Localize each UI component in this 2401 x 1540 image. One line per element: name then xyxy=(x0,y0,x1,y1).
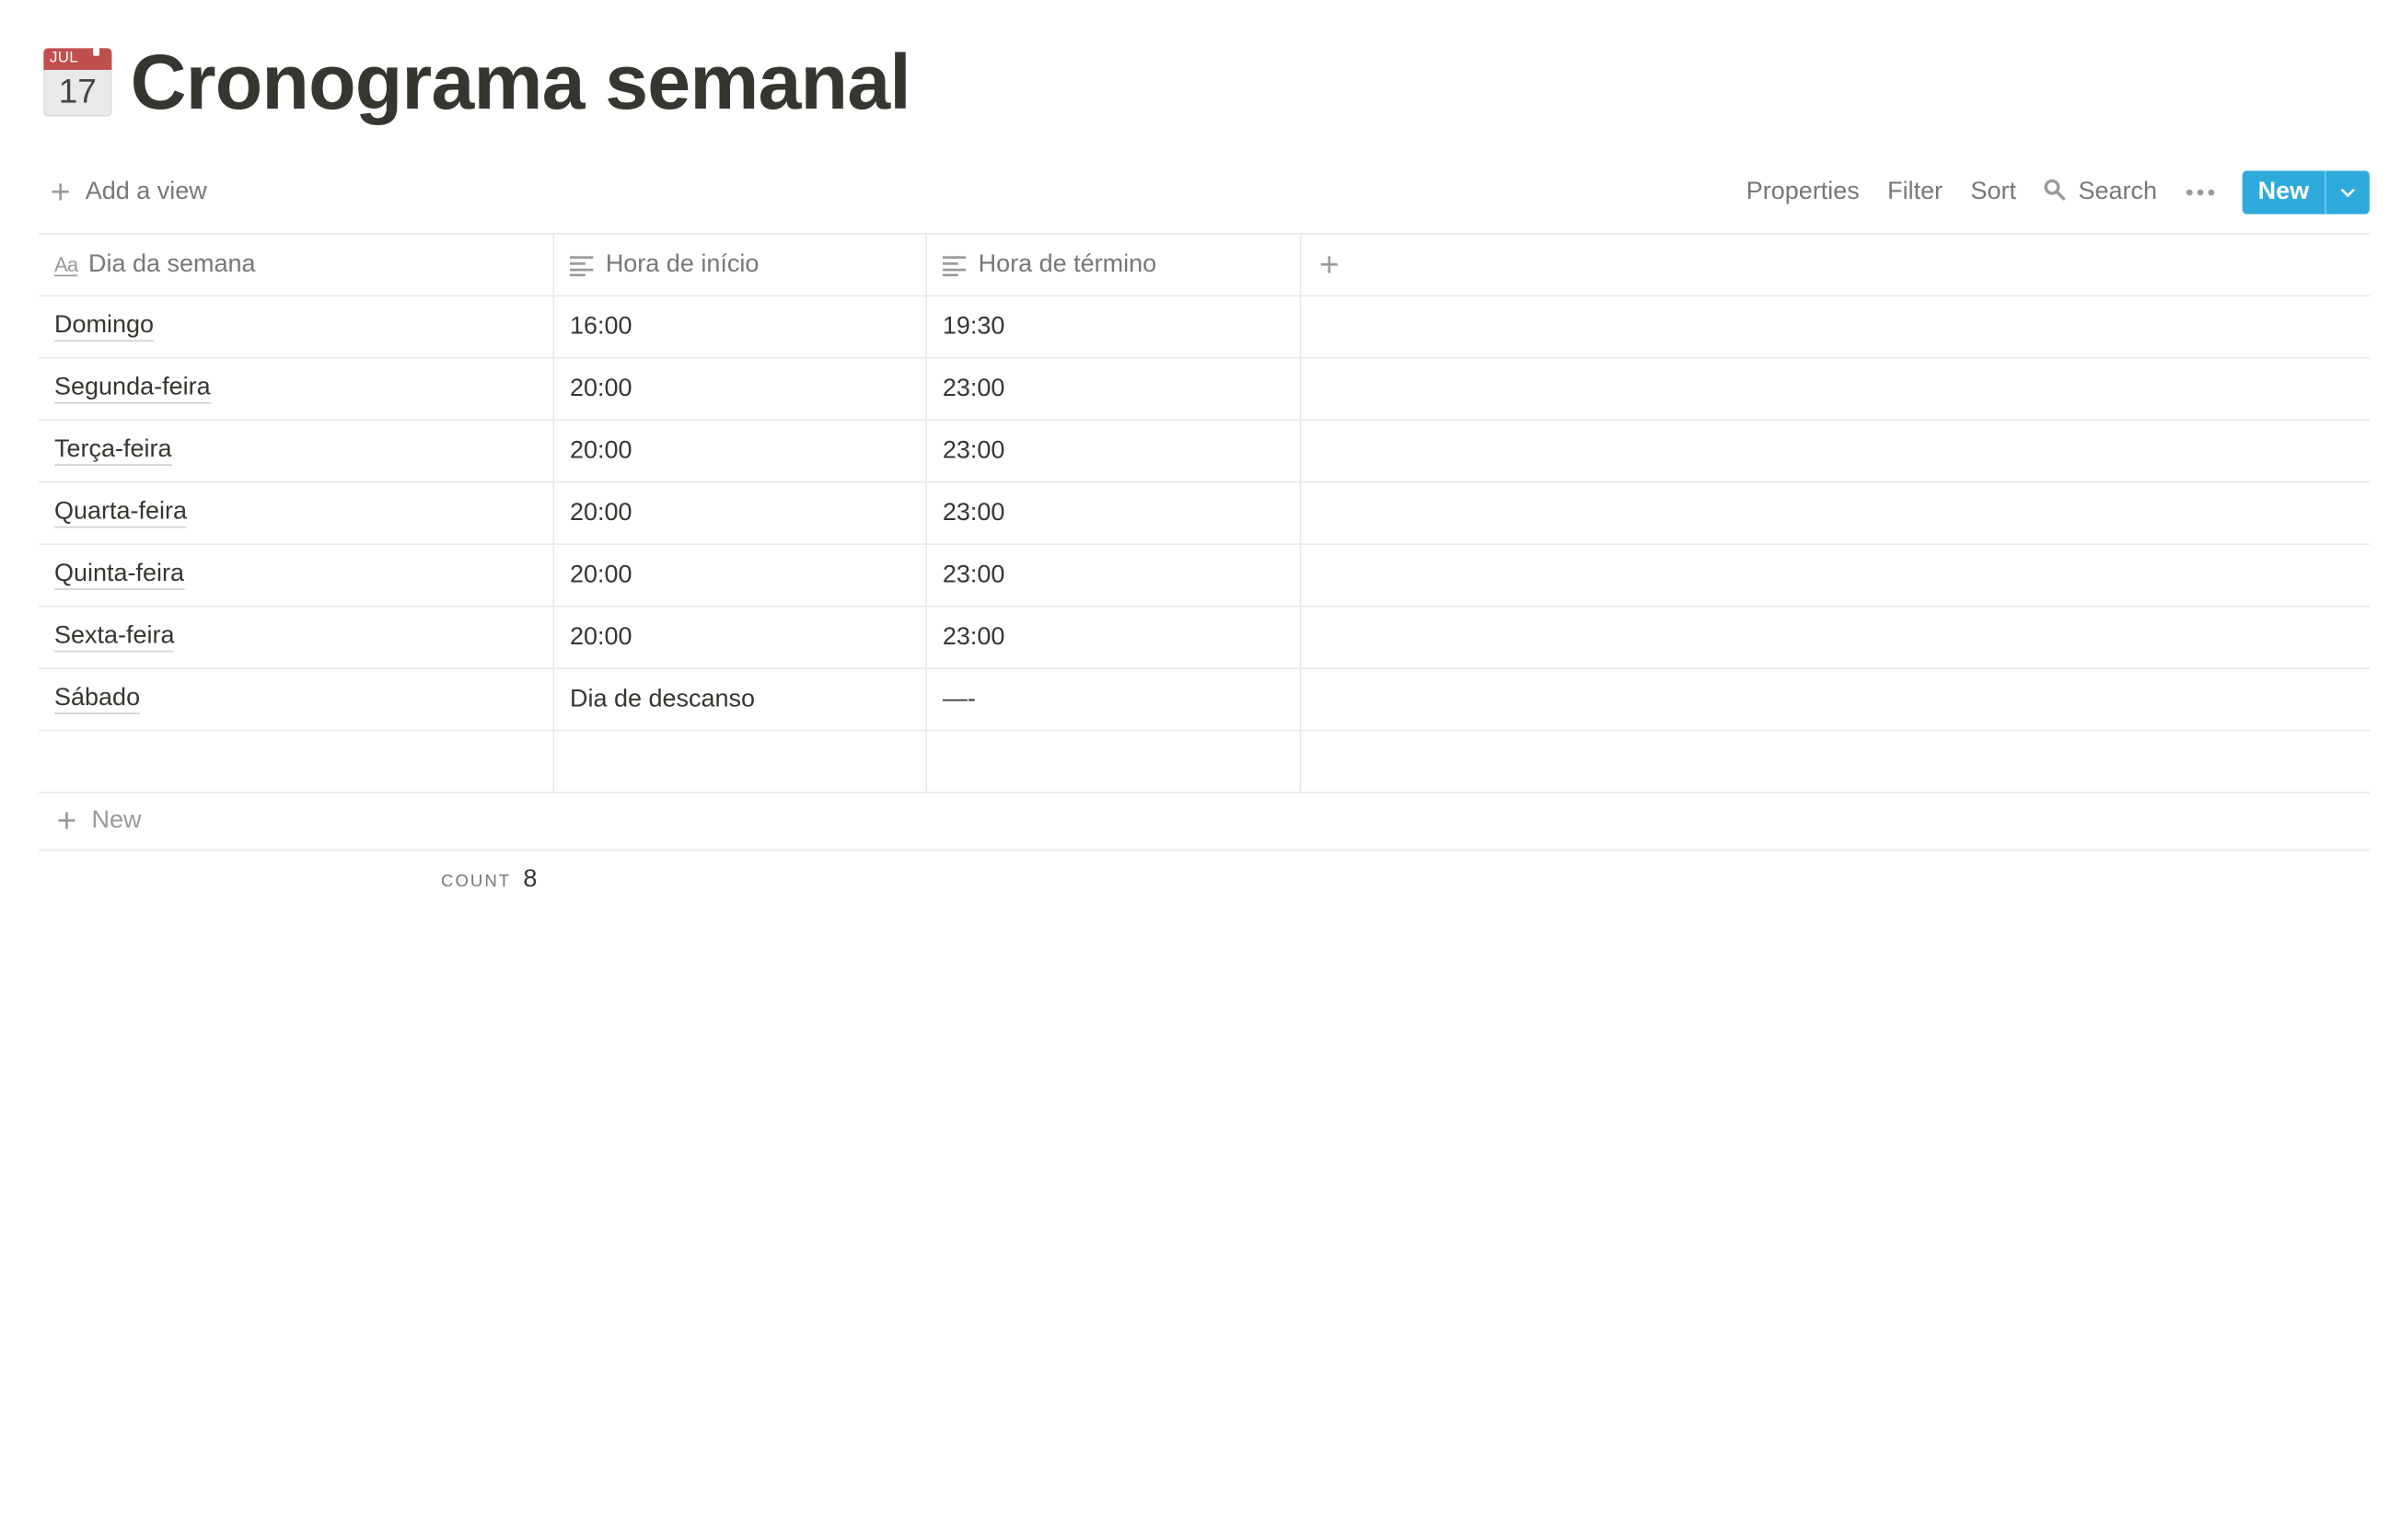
empty-cell xyxy=(1301,607,2369,667)
plus-icon: + xyxy=(56,801,77,840)
title-row: JUL 17 Cronograma semanal xyxy=(43,37,911,127)
add-row-button[interactable]: + New xyxy=(39,793,2370,851)
day-cell[interactable]: Sábado xyxy=(39,668,555,730)
start-time-cell[interactable]: 20:00 xyxy=(554,421,927,481)
start-time-cell[interactable]: 20:00 xyxy=(554,607,927,668)
table-row[interactable]: Quarta-feira 20:00 23:00 xyxy=(39,482,2370,546)
calendar-icon-month: JUL xyxy=(49,49,78,67)
more-options-icon[interactable] xyxy=(2171,171,2230,214)
column-header-dia-da-semana[interactable]: Aa Dia da semana xyxy=(39,234,555,295)
new-button-group: New xyxy=(2242,170,2370,214)
day-cell[interactable]: Domingo xyxy=(39,296,555,357)
start-time-cell[interactable]: Dia de descanso xyxy=(554,668,927,730)
search-icon xyxy=(2044,178,2066,207)
text-lines-icon xyxy=(570,254,595,276)
empty-cell xyxy=(1301,483,2369,544)
empty-cell xyxy=(1301,669,2369,730)
calendar-icon-day: 17 xyxy=(58,71,97,110)
page-link[interactable]: Quarta-feira xyxy=(54,498,188,528)
properties-label: Properties xyxy=(1746,178,1860,205)
empty-cell xyxy=(1301,296,2369,357)
sort-label: Sort xyxy=(1970,178,2016,205)
view-toolbar: + Add a view Properties Filter Sort Sear… xyxy=(39,165,2370,221)
calendar-icon[interactable]: JUL 17 xyxy=(43,48,112,117)
empty-cell xyxy=(1301,421,2369,481)
add-view-button[interactable]: + Add a view xyxy=(48,165,207,221)
table-row[interactable]: Domingo 16:00 19:30 xyxy=(39,296,2370,359)
page-link[interactable]: Terça-feira xyxy=(54,436,172,467)
table-row[interactable]: Sexta-feira 20:00 23:00 xyxy=(39,607,2370,669)
start-time-cell[interactable]: 16:00 xyxy=(554,296,927,357)
search-button[interactable]: Search xyxy=(2030,171,2171,214)
end-time-cell[interactable] xyxy=(927,731,1302,793)
new-button[interactable]: New xyxy=(2242,170,2325,214)
column-header-hora-de-inicio[interactable]: Hora de início xyxy=(554,234,927,295)
page-link[interactable]: Sexta-feira xyxy=(54,622,175,653)
start-time-cell[interactable]: 20:00 xyxy=(554,358,927,420)
start-time-cell[interactable]: 20:00 xyxy=(554,545,927,606)
day-cell[interactable]: Terça-feira xyxy=(39,421,555,481)
end-time-cell[interactable]: 23:00 xyxy=(927,482,1302,544)
add-view-label: Add a view xyxy=(85,178,207,205)
dot xyxy=(2208,189,2215,196)
page-link[interactable]: Quinta-feira xyxy=(54,561,185,590)
column-label: Hora de início xyxy=(605,250,760,278)
table-row[interactable]: Sábado Dia de descanso —- xyxy=(39,668,2370,732)
dot xyxy=(2186,189,2193,196)
count-label[interactable]: COUNT xyxy=(441,873,511,891)
table-header-row: Aa Dia da semana Hora de início Hora de … xyxy=(39,234,2370,297)
database-table: Aa Dia da semana Hora de início Hora de … xyxy=(39,233,2370,913)
table-row[interactable]: Segunda-feira 20:00 23:00 xyxy=(39,358,2370,422)
page-link[interactable]: Segunda-feira xyxy=(54,374,211,404)
end-time-cell[interactable]: 23:00 xyxy=(927,421,1302,481)
plus-icon: + xyxy=(50,172,71,212)
end-time-cell[interactable]: —- xyxy=(927,668,1302,730)
new-button-label: New xyxy=(2257,178,2310,205)
table-row[interactable]: Quinta-feira 20:00 23:00 xyxy=(39,545,2370,608)
toolbar-actions: Properties Filter Sort Search New xyxy=(1733,165,2370,221)
start-time-cell[interactable]: 20:00 xyxy=(554,482,927,544)
column-header-hora-de-termino[interactable]: Hora de término xyxy=(927,234,1302,295)
calendar-ring-icon xyxy=(91,48,101,58)
empty-cell xyxy=(1301,359,2369,420)
day-cell[interactable]: Segunda-feira xyxy=(39,358,555,420)
day-cell[interactable] xyxy=(39,731,555,793)
sort-button[interactable]: Sort xyxy=(1956,171,2030,214)
count-value: 8 xyxy=(523,866,538,893)
column-label: Hora de término xyxy=(978,250,1157,278)
chevron-down-icon[interactable] xyxy=(2324,170,2370,214)
day-cell[interactable]: Quinta-feira xyxy=(39,545,555,606)
empty-cell xyxy=(1301,545,2369,606)
filter-button[interactable]: Filter xyxy=(1873,171,1956,214)
filter-label: Filter xyxy=(1887,178,1943,205)
search-label: Search xyxy=(2078,178,2157,205)
day-cell[interactable]: Sexta-feira xyxy=(39,607,555,668)
page-link[interactable]: Domingo xyxy=(54,312,155,342)
table-row-empty[interactable] xyxy=(39,731,2370,793)
add-property-button[interactable]: + xyxy=(1301,235,2369,295)
end-time-cell[interactable]: 23:00 xyxy=(927,607,1302,668)
end-time-cell[interactable]: 23:00 xyxy=(927,545,1302,606)
end-time-cell[interactable]: 19:30 xyxy=(927,296,1302,357)
text-lines-icon xyxy=(942,254,968,276)
page: JUL 17 Cronograma semanal + Add a view P… xyxy=(0,0,2401,1540)
empty-cell xyxy=(1301,731,2369,792)
day-cell[interactable]: Quarta-feira xyxy=(39,482,555,544)
table-row[interactable]: Terça-feira 20:00 23:00 xyxy=(39,421,2370,483)
add-row-label: New xyxy=(91,807,142,834)
start-time-cell[interactable] xyxy=(554,731,927,793)
calculation-row: COUNT 8 xyxy=(39,851,2370,912)
title-aa-icon: Aa xyxy=(54,252,78,277)
page-title[interactable]: Cronograma semanal xyxy=(131,37,911,127)
column-label: Dia da semana xyxy=(87,250,256,278)
page-link[interactable]: Sábado xyxy=(54,685,141,714)
properties-button[interactable]: Properties xyxy=(1733,171,1873,214)
end-time-cell[interactable]: 23:00 xyxy=(927,358,1302,420)
dot xyxy=(2197,189,2204,196)
plus-icon: + xyxy=(1318,244,1340,284)
